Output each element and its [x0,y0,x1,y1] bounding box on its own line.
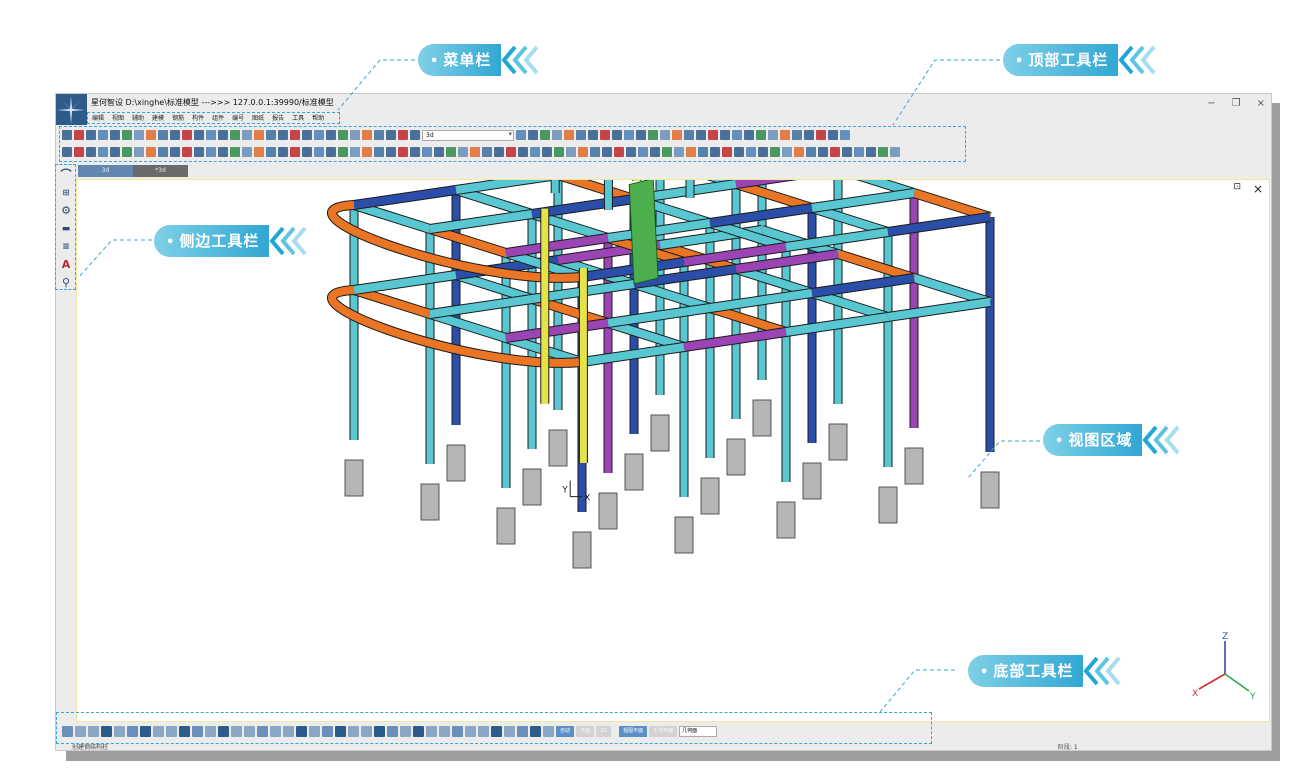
footing-block [598,492,618,530]
footing-block [624,453,644,491]
callout-view-area: • 视图区域 [1043,424,1186,456]
callout-side-toolbar-label: 侧边工具栏 [179,232,260,250]
app-window: 星何智设 D:\xinghe\标准模型 --->>> 127.0.0.1:399… [55,93,1272,751]
callout-view-area-label: 视图区域 [1068,431,1133,449]
top-toolbar-highlight [59,126,966,162]
steel-beam [810,204,890,236]
footing-block [904,447,924,485]
steel-beam [352,201,432,233]
local-axis-y-label: Y [561,486,568,496]
steel-beam [352,286,432,318]
steel-beam [429,295,533,318]
close-window-button[interactable]: × [1257,98,1265,109]
app-logo-icon [56,94,87,125]
steel-beam [734,265,814,297]
side-toolbar-highlight [55,164,76,290]
chevrons-icon [501,45,539,75]
steel-beam [632,280,712,312]
chevrons-icon [1142,425,1180,455]
callout-side-toolbar: • 侧边工具栏 [154,225,313,257]
stair-flight [628,180,659,285]
footing-block [776,501,796,539]
footing-block [572,531,592,569]
steel-beam [454,186,534,218]
minimize-button[interactable]: − [1207,98,1215,109]
footing-block [674,516,694,554]
steel-beam [811,274,915,297]
callout-top-toolbar-label: 顶部工具栏 [1028,51,1109,69]
steel-beam [836,250,916,282]
callout-menu-bar: • 菜单栏 [418,44,545,76]
steel-beam [734,180,814,212]
steel-beam [811,189,915,212]
axis-y-label: Y [1249,692,1256,702]
chevrons-icon [269,226,307,256]
steel-beam [428,310,508,342]
callout-bottom-toolbar: • 底部工具栏 [968,655,1127,687]
footing-block [548,429,568,467]
local-axis-x-label: X [584,494,590,504]
steel-beam [606,319,686,351]
footing-block [752,399,772,437]
callout-bottom-toolbar-label: 底部工具栏 [993,662,1074,680]
chevrons-icon [1118,45,1156,75]
steel-beam [887,298,991,321]
maximize-button[interactable]: ❐ [1232,98,1241,109]
axis-x-label: X [1192,689,1198,699]
callout-top-toolbar: • 顶部工具栏 [1003,44,1162,76]
steel-beam [353,271,457,294]
steel-beam [353,186,457,209]
steel-beam [912,189,992,221]
view-close-button[interactable]: × [1253,182,1263,196]
footing-block [802,462,822,500]
steel-beam [810,289,890,321]
footing-block [878,486,898,524]
view-settings-icon[interactable]: ⊡ [1233,182,1241,192]
menu-bar-highlight [87,112,340,124]
document-tabs: 3d *3d [78,165,188,177]
axis-z-label: Z [1222,632,1228,642]
status-stage: 阶段: 1 [1058,744,1078,751]
footing-block [496,507,516,545]
steel-beam [708,304,788,336]
window-controls: − ❐ × [1207,98,1265,109]
footing-block [650,414,670,452]
bottom-toolbar-highlight [56,712,932,744]
steel-beam [912,274,992,306]
axis-gizmo: Z X Y [1192,632,1256,702]
steel-beam [429,210,533,233]
footing-block [700,477,720,515]
tab-3d[interactable]: 3d [78,165,133,177]
footing-block [420,483,440,521]
tab-3d-copy[interactable]: *3d [133,165,188,177]
footing-block [726,438,746,476]
callout-menu-bar-label: 菜单栏 [443,51,492,69]
footing-block [522,468,542,506]
footing-block [344,459,364,497]
chevrons-icon [1083,656,1121,686]
steel-beam [887,213,991,236]
footing-block [980,471,1000,509]
steel-beam [428,225,508,257]
footing-block [828,423,848,461]
footing-block [446,444,466,482]
window-title: 星何智设 D:\xinghe\标准模型 --->>> 127.0.0.1:399… [91,98,334,107]
